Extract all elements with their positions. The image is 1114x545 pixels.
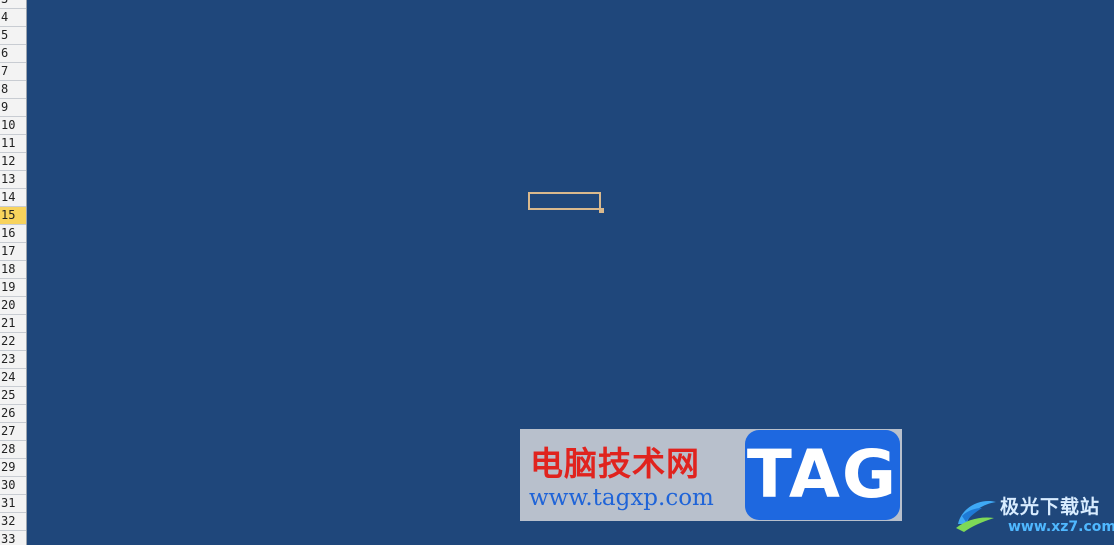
row-header-19[interactable]: 19 (0, 279, 26, 297)
row-header-23[interactable]: 23 (0, 351, 26, 369)
row-header-21[interactable]: 21 (0, 315, 26, 333)
row-header-12[interactable]: 12 (0, 153, 26, 171)
watermark-url: www.tagxp.com (529, 485, 714, 511)
aurora-swirl-icon (956, 500, 996, 532)
row-header-33[interactable]: 33 (0, 531, 26, 545)
row-header-10[interactable]: 10 (0, 117, 26, 135)
row-header-32[interactable]: 32 (0, 513, 26, 531)
row-header-22[interactable]: 22 (0, 333, 26, 351)
active-cell[interactable] (528, 192, 601, 210)
row-header-20[interactable]: 20 (0, 297, 26, 315)
row-header-29[interactable]: 29 (0, 459, 26, 477)
row-header-24[interactable]: 24 (0, 369, 26, 387)
corner-logo-url: www.xz7.com (1008, 519, 1114, 535)
tag-logo: TAG (745, 430, 900, 520)
row-header-6[interactable]: 6 (0, 45, 26, 63)
row-header-14[interactable]: 14 (0, 189, 26, 207)
row-header-30[interactable]: 30 (0, 477, 26, 495)
row-header-11[interactable]: 11 (0, 135, 26, 153)
fill-handle[interactable] (599, 208, 604, 213)
row-header-7[interactable]: 7 (0, 63, 26, 81)
row-header-5[interactable]: 5 (0, 27, 26, 45)
tag-logo-text: TAG (746, 436, 899, 513)
row-header-4[interactable]: 4 (0, 9, 26, 27)
corner-logo-title: 极光下载站 (1000, 496, 1101, 518)
row-header-3[interactable]: 3 (0, 0, 26, 9)
row-header-26[interactable]: 26 (0, 405, 26, 423)
watermark-cn-title: 电脑技术网 (530, 444, 700, 483)
row-header-17[interactable]: 17 (0, 243, 26, 261)
row-header-16[interactable]: 16 (0, 225, 26, 243)
row-header-25[interactable]: 25 (0, 387, 26, 405)
watermark-banner: 电脑技术网 www.tagxp.com TAG (520, 429, 902, 521)
row-header-13[interactable]: 13 (0, 171, 26, 189)
row-header-column: 3456789101112131415161718192021222324252… (0, 0, 27, 545)
row-header-31[interactable]: 31 (0, 495, 26, 513)
row-header-8[interactable]: 8 (0, 81, 26, 99)
row-header-9[interactable]: 9 (0, 99, 26, 117)
row-header-18[interactable]: 18 (0, 261, 26, 279)
row-header-28[interactable]: 28 (0, 441, 26, 459)
row-header-27[interactable]: 27 (0, 423, 26, 441)
corner-site-logo: 极光下载站 www.xz7.com (950, 492, 1114, 545)
spreadsheet-window: 3456789101112131415161718192021222324252… (0, 0, 1114, 545)
row-header-15[interactable]: 15 (0, 207, 26, 225)
